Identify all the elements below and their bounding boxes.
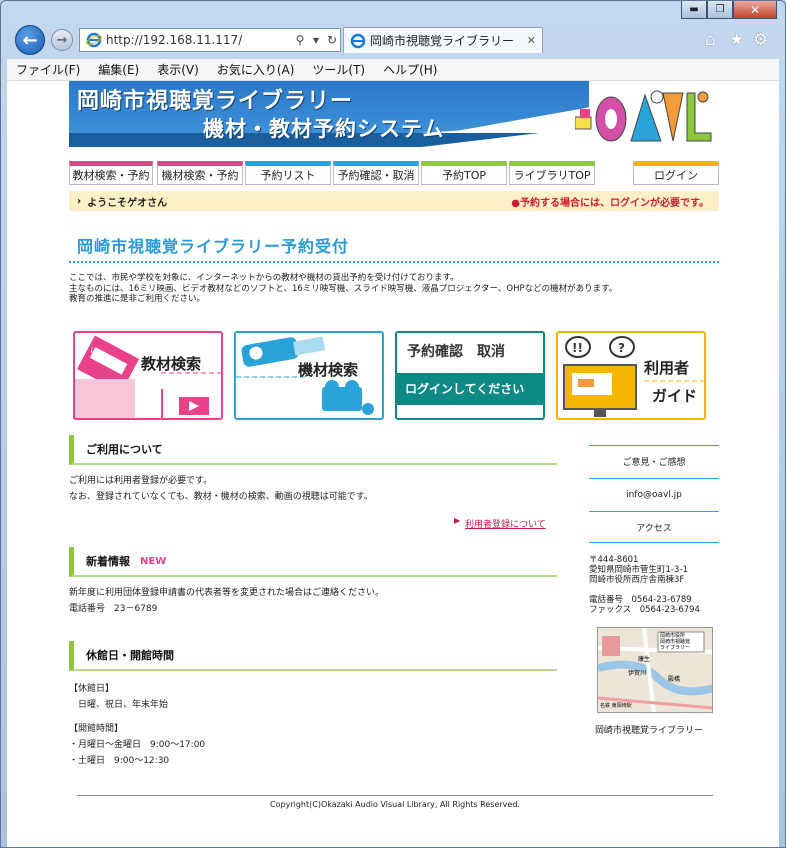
welcome-bar: › ようこそゲオさん ●予約する場合には、ログインが必要です。 [69, 191, 719, 211]
login-prompt-label: ログインしてください [405, 382, 525, 396]
ie-icon [86, 32, 102, 48]
menu-help[interactable]: ヘルプ(H) [374, 61, 446, 78]
browser-toolbar: ← → http://192.168.11.117/ ⚲ ▾ ↻ 岡崎市視聴覚ラ… [1, 21, 785, 59]
gear-icon[interactable]: ⚙ [753, 30, 768, 50]
tab-title: 岡崎市視聴覚ライブラリー [370, 34, 515, 48]
menu-file[interactable]: ファイル(F) [7, 61, 89, 78]
arrow-left-icon: ← [22, 29, 38, 51]
arrow-right-icon: → [56, 32, 68, 48]
web-page: 岡崎市視聴覚ライブラリー 機材・教材予約システム 教材検索・予約 機材検索・予約… [7, 81, 779, 847]
back-button[interactable]: ← [15, 25, 45, 55]
maximize-button[interactable]: ❐ [707, 1, 733, 19]
tab-material-search[interactable]: 教材検索・予約 [69, 161, 153, 185]
chevron-right-icon: › [77, 195, 82, 207]
copyright: Copyright(C)Okazaki Audio Visual Library… [270, 800, 520, 809]
oavl-logo-icon [575, 90, 712, 142]
forward-button[interactable]: → [51, 29, 73, 51]
banner-title: 岡崎市視聴覚ライブラリー [77, 89, 354, 114]
url-text[interactable]: http://192.168.11.117/ [106, 33, 292, 47]
feedback-link[interactable]: ご意見・ご感想 [589, 445, 719, 477]
usage-heading: ご利用について [69, 435, 557, 465]
material-search-card[interactable]: VIDEO 教材検索 [73, 331, 223, 420]
map-image [598, 628, 712, 712]
site-banner[interactable]: 岡崎市視聴覚ライブラリー 機材・教材予約システム [69, 81, 719, 147]
access-map[interactable]: 岡崎市役所 岡崎市視聴覚 ライブラリー 康生 伊賀川 殿橋 名鉄 東岡崎駅 [597, 627, 713, 713]
video-cassette-icon [75, 335, 221, 418]
home-icon[interactable]: ⌂ [705, 30, 716, 50]
tab-reservation-list[interactable]: 予約リスト [245, 161, 331, 185]
intro-text: ここでは、市民や学校を対象に、インターネットからの教材や機材の貸出予約を受け付け… [69, 273, 618, 304]
news-text: 新年度に利用団体登録申請書の代表者等を変更された場合はご連絡ください。 電話番号… [69, 588, 385, 614]
browser-tab[interactable]: 岡崎市視聴覚ライブラリー ✕ [343, 27, 543, 53]
usage-text: ご利用には利用者登録が必要です。 なお、登録されていなくても、教材・機材の検索、… [69, 476, 373, 502]
menu-view[interactable]: 表示(V) [148, 61, 208, 78]
map-caption: 岡崎市視聴覚ライブラリー [595, 726, 704, 736]
hours-text: 【休館日】 日曜、祝日、年末年始 【開館時間】 ・月曜日～金曜日 9:00～17… [69, 684, 206, 766]
reservation-card[interactable]: 予約確認 取消 ログインしてください [395, 331, 545, 420]
user-registration-link[interactable]: 利用者登録について [465, 517, 546, 530]
ie-icon [350, 33, 366, 48]
menu-tools[interactable]: ツール(T) [303, 61, 374, 78]
browser-window: ▬ ❐ ✕ ← → http://192.168.11.117/ ⚲ ▾ ↻ 岡… [0, 0, 786, 848]
close-button[interactable]: ✕ [733, 1, 777, 19]
window-controls: ▬ ❐ ✕ [681, 1, 777, 19]
equipment-search-label: 機材検索 [298, 361, 359, 379]
svg-text:!!: !! [572, 341, 583, 355]
address-bar[interactable]: http://192.168.11.117/ ⚲ ▾ ↻ [79, 28, 341, 52]
login-notice: ●予約する場合には、ログインが必要です。 [511, 197, 709, 209]
star-icon[interactable]: ★ [729, 30, 744, 50]
site-nav: 教材検索・予約 機材検索・予約 予約リスト 予約確認・取消 予約TOP ライブラ… [69, 161, 719, 185]
contact-address: 〒444-8601 愛知県岡崎市菅生町1-3-1 岡崎市役所西庁舎南棟3F 電話… [589, 555, 700, 615]
dropdown-icon[interactable]: ▾ [308, 33, 324, 47]
new-badge: NEW [140, 555, 167, 567]
equipment-search-card[interactable]: 機材検索 [234, 331, 384, 420]
close-tab-icon[interactable]: ✕ [527, 34, 536, 47]
tab-reservation-top[interactable]: 予約TOP [421, 161, 507, 185]
menu-favorites[interactable]: お気に入り(A) [208, 61, 304, 78]
user-guide-card[interactable]: !! ? 利用者 ガイド [556, 331, 706, 420]
svg-text:?: ? [618, 341, 625, 355]
user-guide-label-2: ガイド [652, 387, 698, 405]
banner-subtitle: 機材・教材予約システム [203, 117, 445, 141]
hours-heading: 休館日・開館時間 [69, 641, 557, 671]
email-link[interactable]: info@oavl.jp [589, 478, 719, 510]
menu-edit[interactable]: 編集(E) [89, 61, 148, 78]
tab-equipment-search[interactable]: 機材検索・予約 [157, 161, 243, 185]
material-search-label: 教材検索 [141, 355, 202, 373]
news-heading: 新着情報 NEW [69, 547, 557, 577]
tab-login[interactable]: ログイン [633, 161, 719, 185]
triangle-right-icon: ▶ [454, 516, 461, 525]
reservation-confirm-label: 予約確認 取消 [407, 344, 505, 360]
menu-bar: ファイル(F) 編集(E) 表示(V) お気に入り(A) ツール(T) ヘルプ(… [7, 59, 779, 81]
access-link[interactable]: アクセス [589, 511, 719, 543]
search-icon[interactable]: ⚲ [292, 33, 308, 47]
user-guide-label-1: 利用者 [644, 359, 690, 377]
minimize-button[interactable]: ▬ [681, 1, 707, 19]
welcome-text: ようこそゲオさん [87, 197, 168, 209]
page-title: 岡崎市視聴覚ライブラリー予約受付 [77, 237, 350, 256]
tab-reservation-confirm[interactable]: 予約確認・取消 [333, 161, 419, 185]
refresh-icon[interactable]: ↻ [324, 33, 340, 47]
tab-library-top[interactable]: ライブラリTOP [509, 161, 595, 185]
